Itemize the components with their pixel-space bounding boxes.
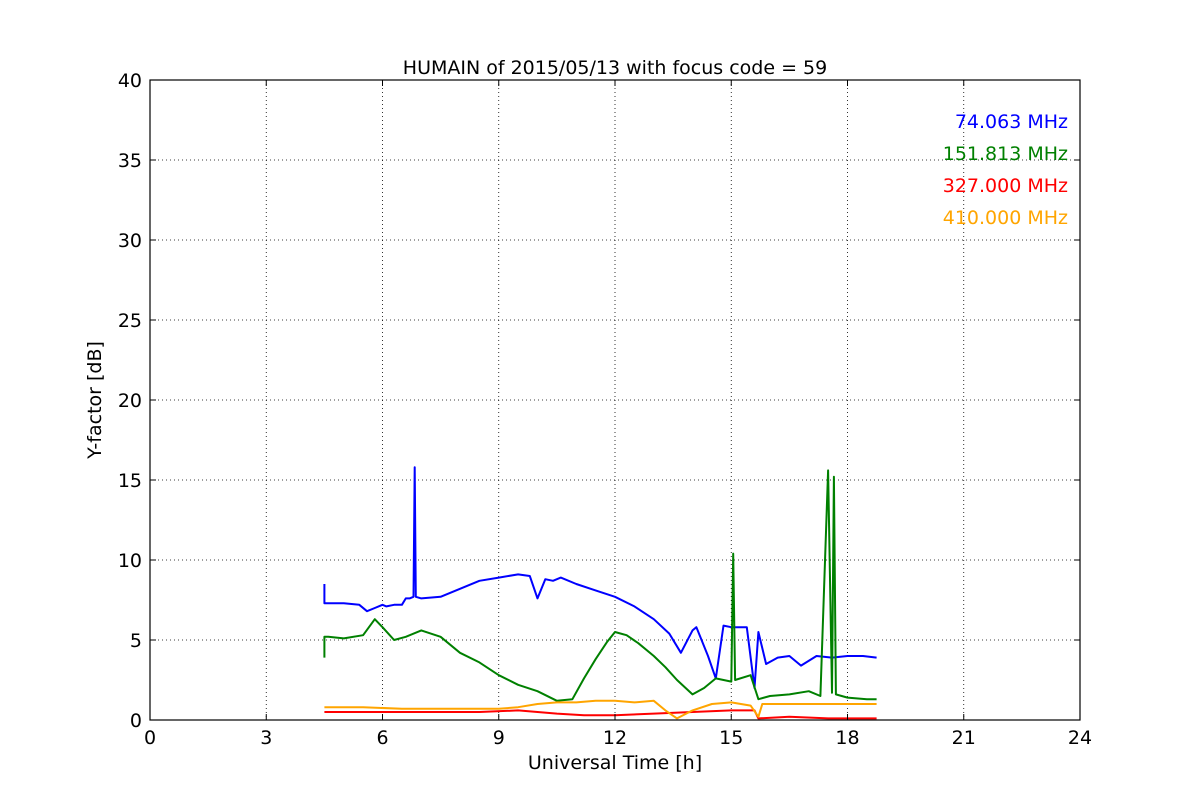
x-tick-label: 18 <box>835 727 859 749</box>
y-tick-label: 30 <box>118 230 142 252</box>
chart: HUMAIN of 2015/05/13 with focus code = 5… <box>0 0 1200 800</box>
legend-entry: 410.000 MHz <box>943 207 1068 229</box>
x-axis-label: Universal Time [h] <box>528 752 702 774</box>
x-tick-label: 21 <box>952 727 976 749</box>
y-tick-label: 10 <box>118 550 142 572</box>
x-tick-label: 3 <box>260 727 272 749</box>
y-tick-label: 15 <box>118 470 142 492</box>
x-tick-label: 12 <box>603 727 627 749</box>
chart-title: HUMAIN of 2015/05/13 with focus code = 5… <box>403 57 827 79</box>
x-tick-label: 6 <box>376 727 388 749</box>
x-tick-label: 24 <box>1068 727 1092 749</box>
y-tick-label: 5 <box>130 630 142 652</box>
legend-entry: 327.000 MHz <box>943 175 1068 197</box>
x-tick-label: 15 <box>719 727 743 749</box>
legend-entry: 74.063 MHz <box>955 111 1068 133</box>
x-tick-label: 9 <box>493 727 505 749</box>
x-tick-label: 0 <box>144 727 156 749</box>
y-tick-label: 35 <box>118 150 142 172</box>
y-tick-label: 20 <box>118 390 142 412</box>
legend-entry: 151.813 MHz <box>943 143 1068 165</box>
y-axis-label: Y-factor [dB] <box>84 341 106 460</box>
y-tick-label: 40 <box>118 70 142 92</box>
y-tick-label: 25 <box>118 310 142 332</box>
y-tick-label: 0 <box>130 710 142 732</box>
